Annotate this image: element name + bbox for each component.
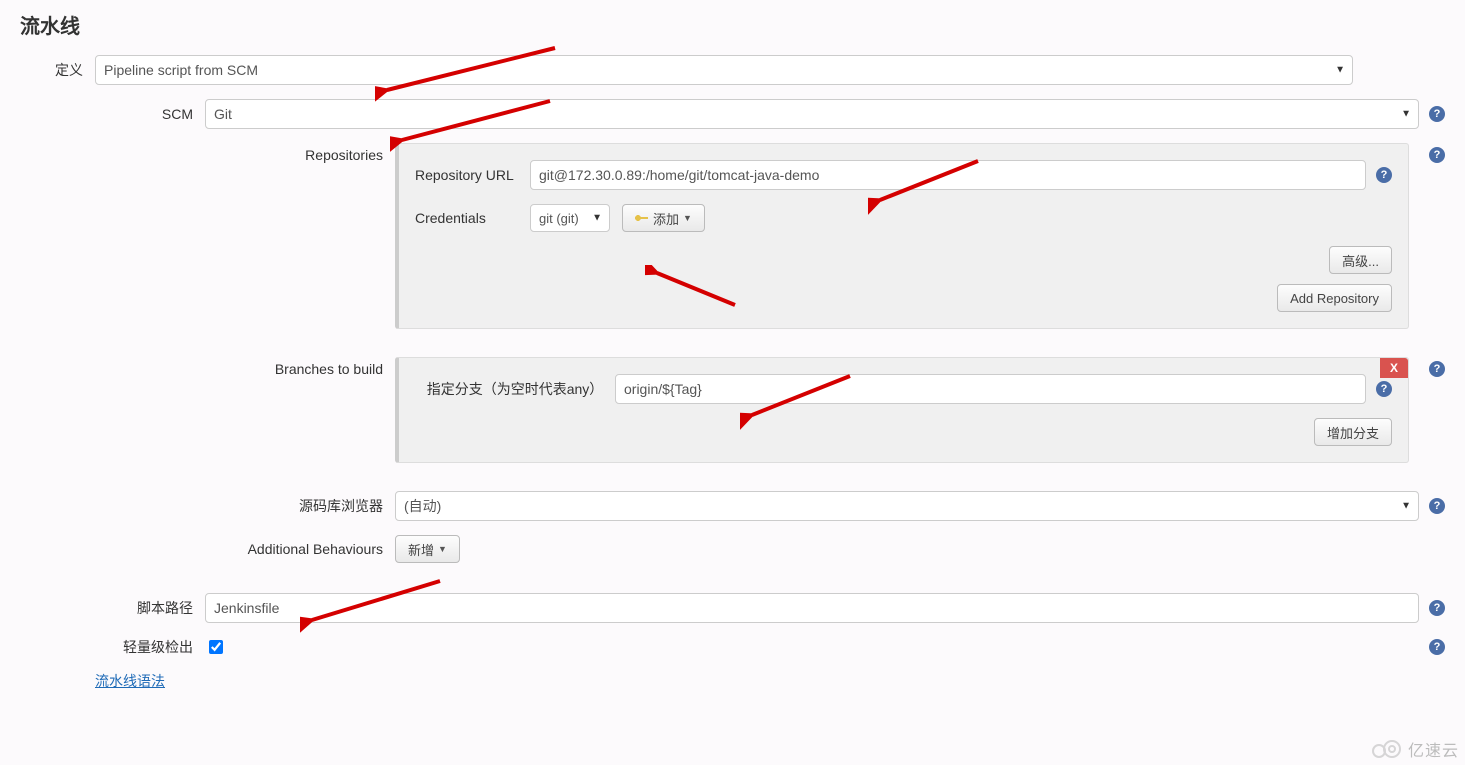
help-icon[interactable]: ?	[1429, 361, 1445, 377]
help-icon[interactable]: ?	[1429, 498, 1445, 514]
help-icon[interactable]: ?	[1376, 381, 1392, 397]
branch-spec-label: 指定分支（为空时代表any）	[415, 379, 615, 399]
caret-icon: ▼	[683, 213, 692, 223]
repo-url-label: Repository URL	[415, 167, 530, 183]
lightweight-checkbox[interactable]	[209, 640, 223, 654]
key-icon	[635, 214, 649, 222]
credentials-select[interactable]: git (git)	[530, 204, 610, 232]
credentials-label: Credentials	[415, 210, 530, 226]
advanced-button[interactable]: 高级...	[1329, 246, 1392, 274]
repositories-label: Repositories	[20, 143, 395, 163]
lightweight-label: 轻量级检出	[20, 637, 205, 657]
definition-select[interactable]: Pipeline script from SCM	[95, 55, 1353, 85]
branch-spec-input[interactable]	[615, 374, 1366, 404]
scm-label: SCM	[20, 106, 205, 122]
remove-branch-button[interactable]: X	[1380, 358, 1408, 378]
additional-behaviours-label: Additional Behaviours	[20, 541, 395, 557]
script-path-label: 脚本路径	[20, 598, 205, 618]
add-behaviour-button[interactable]: 新增 ▼	[395, 535, 460, 563]
add-credentials-button[interactable]: 添加 ▼	[622, 204, 705, 232]
watermark: 亿速云	[1370, 737, 1459, 761]
repo-url-input[interactable]	[530, 160, 1366, 190]
help-icon[interactable]: ?	[1429, 639, 1445, 655]
repositories-panel: Repository URL ? Credentials git (git) ▼	[395, 143, 1409, 329]
help-icon[interactable]: ?	[1376, 167, 1392, 183]
section-title: 流水线	[20, 0, 1445, 55]
repo-browser-select[interactable]: (自动)	[395, 491, 1419, 521]
branches-panel: X 指定分支（为空时代表any） ? 增加分支	[395, 357, 1409, 463]
add-repository-button[interactable]: Add Repository	[1277, 284, 1392, 312]
add-branch-button[interactable]: 增加分支	[1314, 418, 1392, 446]
help-icon[interactable]: ?	[1429, 600, 1445, 616]
scm-select[interactable]: Git	[205, 99, 1419, 129]
help-icon[interactable]: ?	[1429, 106, 1445, 122]
repo-browser-label: 源码库浏览器	[20, 496, 395, 516]
add-behaviour-label: 新增	[408, 540, 434, 559]
add-credentials-label: 添加	[653, 209, 679, 228]
branches-label: Branches to build	[20, 357, 395, 377]
script-path-input[interactable]	[205, 593, 1419, 623]
pipeline-syntax-link[interactable]: 流水线语法	[95, 671, 165, 691]
caret-icon: ▼	[438, 544, 447, 554]
help-icon[interactable]: ?	[1429, 147, 1445, 163]
definition-label: 定义	[20, 60, 95, 80]
